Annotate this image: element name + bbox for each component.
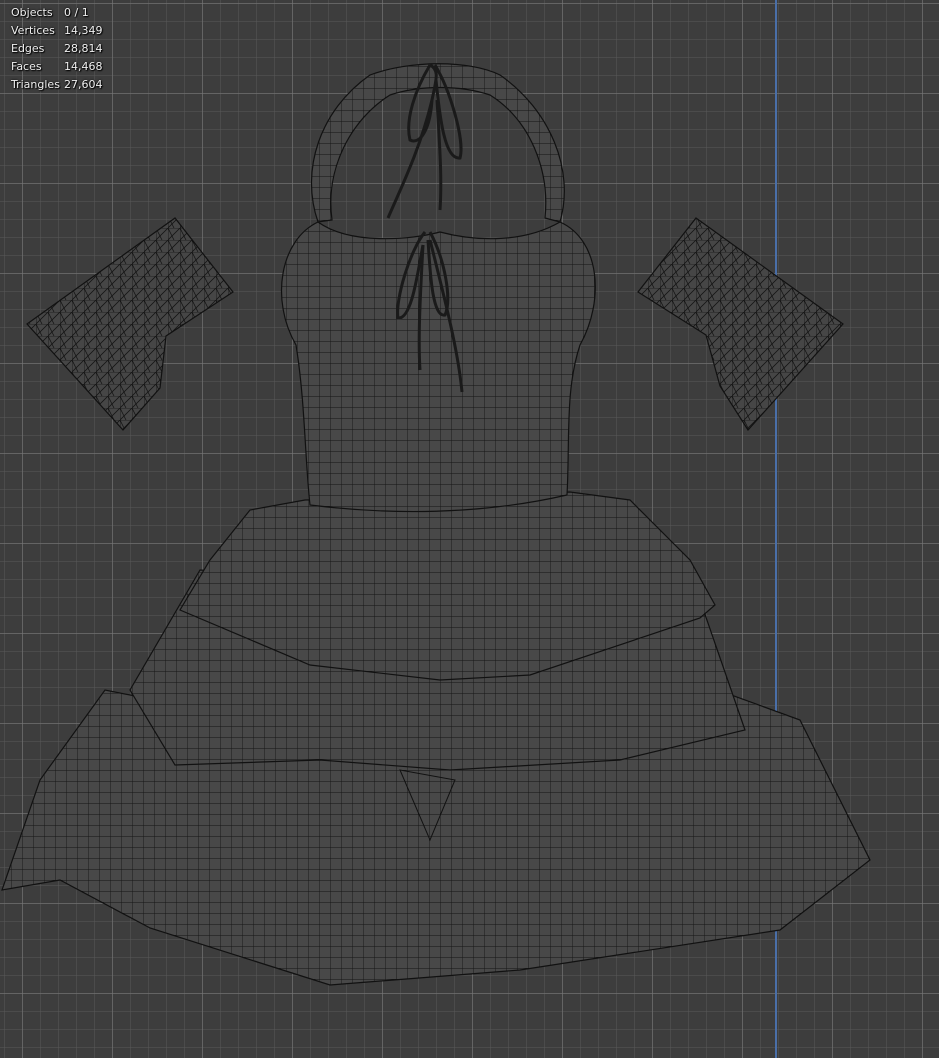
right-sleeve-mesh xyxy=(637,217,844,431)
stat-value: 28,814 xyxy=(64,42,103,55)
stat-value: 27,604 xyxy=(64,78,103,91)
stat-value: 14,349 xyxy=(64,24,103,37)
stat-label: Faces xyxy=(11,60,42,73)
stat-objects: Objects 0 / 1 xyxy=(11,4,103,22)
stat-label: Edges xyxy=(11,42,45,55)
stat-value: 14,468 xyxy=(64,60,103,73)
stat-label: Objects xyxy=(11,6,53,19)
stat-value: 0 / 1 xyxy=(64,6,89,19)
stat-triangles: Triangles 27,604 xyxy=(11,76,103,94)
stat-vertices: Vertices 14,349 xyxy=(11,22,103,40)
left-sleeve-mesh xyxy=(26,217,234,431)
dress-wireframe-mesh[interactable] xyxy=(0,0,939,1058)
bodice-mesh xyxy=(280,221,596,513)
stat-edges: Edges 28,814 xyxy=(11,40,103,58)
scene-statistics-overlay: Objects 0 / 1 Vertices 14,349 Edges 28,8… xyxy=(11,4,103,94)
stat-label: Triangles xyxy=(11,78,60,91)
stat-label: Vertices xyxy=(11,24,55,37)
stat-faces: Faces 14,468 xyxy=(11,58,103,76)
3d-viewport[interactable]: Objects 0 / 1 Vertices 14,349 Edges 28,8… xyxy=(0,0,939,1058)
